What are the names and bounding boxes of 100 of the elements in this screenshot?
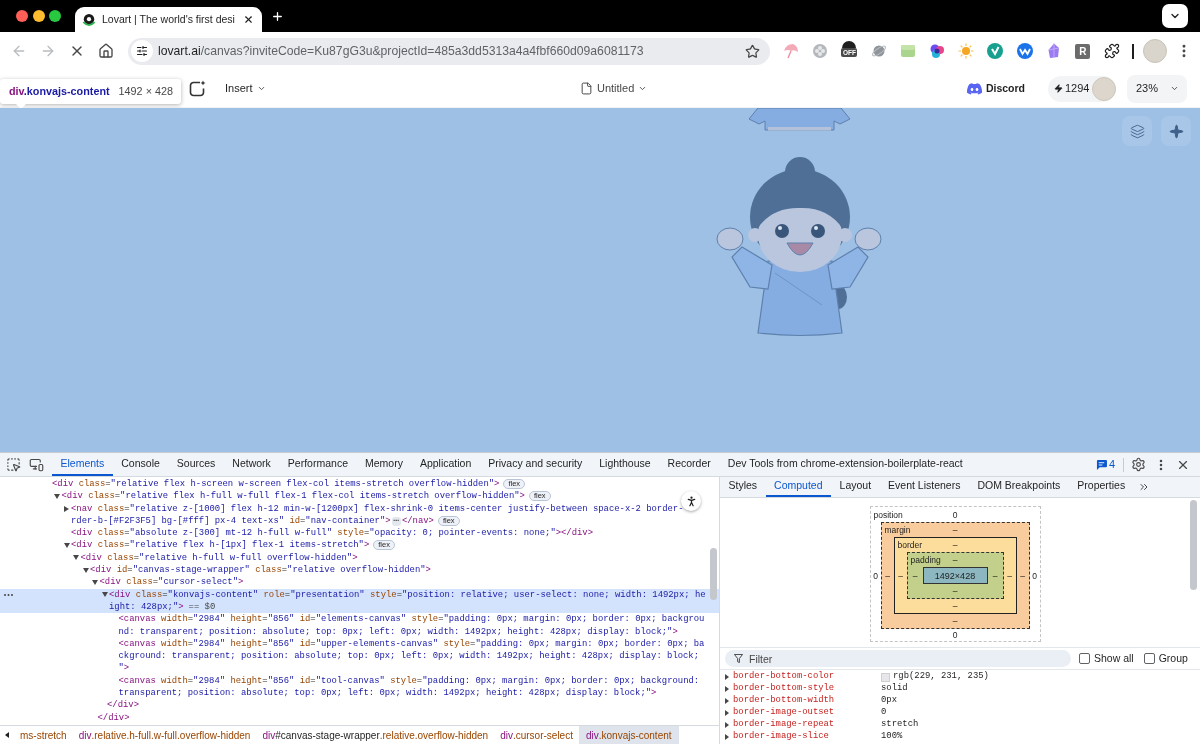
discord-link[interactable]: Discord [966, 80, 1025, 97]
box-model-value: 0 [952, 509, 958, 520]
more-tabs-icon[interactable] [1137, 481, 1150, 493]
settings-icon[interactable] [1131, 457, 1146, 472]
property-name: border-image-outset [733, 706, 836, 719]
dom-node-text[interactable]: nd: transparent; position: absolute; top: 0px; left: 0px; width: 1492px; height: 428px; display: block;"> [118, 626, 678, 637]
triangle-down-icon[interactable] [82, 567, 89, 573]
devtools-tab[interactable]: Network [223, 453, 280, 476]
sidebar-tab[interactable]: Layout [831, 477, 880, 497]
close-window-icon[interactable] [16, 10, 28, 22]
devtools-tab[interactable]: Console [112, 453, 169, 476]
closing-tag[interactable]: </div> [107, 699, 139, 712]
dom-node-text[interactable]: <div class="konvajs-content" role="presentation" style="position: relative; user-select: none; width: 1492px; he [109, 589, 706, 600]
more-dots-icon[interactable] [4, 593, 13, 596]
issues-button[interactable]: 4 [1095, 456, 1115, 473]
blob-icon[interactable] [929, 43, 946, 59]
dom-node-text[interactable]: "> [118, 663, 130, 674]
devtools-tab[interactable]: Application [411, 453, 480, 476]
breadcrumb[interactable]: div.cursor-select [494, 726, 579, 744]
content-box: 1492×428 [922, 567, 988, 584]
checkbox[interactable] [1143, 653, 1155, 664]
dom-node-text[interactable]: <canvas width="2984" height="856" id="elements-canvas" style="padding: 0px; margin: 0px; border: 0px; backgrou [118, 614, 705, 625]
devtools-tab[interactable]: Sources [168, 453, 224, 476]
inspect-pointer-icon[interactable] [6, 457, 21, 472]
sidebar-tab[interactable]: Computed [765, 477, 832, 497]
browser-tab[interactable]: Lovart | The world's first desi [75, 7, 262, 32]
dom-node-text[interactable]: <div class="absolute z-[300] mt-12 h-full w-full" style="opacity: 0; pointer-events: none;"></div> [71, 528, 593, 539]
circle-check-icon[interactable] [987, 43, 1004, 59]
dom-node-text[interactable]: <canvas width="2984" height="856" id="tool-canvas" style="padding: 0px; margin: 0px; border: 0px; background: [118, 675, 700, 686]
zoom-window-icon[interactable] [49, 10, 61, 22]
breadcrumb[interactable]: div#canvas-stage-wrapper.relative.overflow-hidden [256, 726, 495, 744]
minimize-window-icon[interactable] [32, 10, 45, 22]
breadcrumb[interactable]: div.relative.h-full.w-full.overflow-hidden [72, 726, 257, 744]
color-swatch-icon[interactable] [881, 672, 890, 682]
address-bar[interactable]: lovart.ai/canvas?inviteCode=Ku87gG3u&projectId=485a3dd5313a4a4fbf660d09a6081173 [128, 37, 770, 65]
devtools-tab[interactable]: Recorder [659, 453, 720, 476]
dom-node-text[interactable]: <div class="relative flex h-[1px] flex-1 items-stretch"> [71, 540, 370, 551]
sidebar-tab[interactable]: Properties [1068, 477, 1134, 497]
dom-node-text[interactable]: <div class="relative flex h-full w-full flex-1 flex-col items-stretch overflow-hidden"> [61, 491, 525, 502]
triangle-right-icon[interactable] [64, 505, 69, 512]
sidebar-tab[interactable]: Styles [720, 477, 766, 497]
dom-node-text[interactable]: ckground: transparent; position: absolute; top: 0px; left: 0px; width: 1492px; height: 428px; display: block; [118, 651, 700, 662]
dom-node-text[interactable]: <nav class="relative z-[1000] flex h-12 min-w-[1200px] flex-shrink-0 items-center justify-between space-x-2 border- [71, 503, 684, 514]
closing-tag[interactable]: </div> [97, 711, 130, 724]
devtools-tab[interactable]: Elements [52, 453, 113, 476]
filter-field[interactable]: Filter [725, 650, 1071, 667]
dom-node-text[interactable]: transparent; position: absolute; top: 0px; left: 0px; width: 1492px; height: 428px; display: block;"> [118, 688, 657, 699]
wave-circle-icon[interactable] [1016, 43, 1033, 59]
sidebar-tab[interactable]: DOM Breakpoints [968, 477, 1069, 497]
checkbox[interactable] [1079, 653, 1090, 664]
accessibility-button[interactable] [681, 491, 701, 511]
site-info-button[interactable] [131, 40, 153, 62]
triangle-down-icon[interactable] [92, 580, 98, 585]
devtools-tab[interactable]: Memory [356, 453, 412, 476]
triangle-left-icon[interactable] [5, 732, 9, 738]
dom-node-text[interactable]: <div class="relative flex h-screen w-screen flex-col items-stretch overflow-hidden"> [52, 479, 500, 489]
breadcrumb[interactable]: ms-stretch [14, 726, 73, 744]
element-size: 1492 × 428 [118, 84, 173, 100]
triangle-down-icon[interactable] [73, 555, 79, 561]
devtools-tab[interactable]: Privacy and security [479, 453, 591, 476]
dom-node-text[interactable]: <div class="relative h-full w-full overflow-hidden"> [80, 552, 358, 563]
devtools-tab[interactable]: Performance [279, 453, 357, 476]
dom-node-text[interactable]: <div class="cursor-select"> [99, 577, 244, 588]
devtools-tab[interactable]: Lighthouse [590, 453, 660, 476]
tab-search-button[interactable] [1162, 4, 1188, 28]
credits-pill[interactable]: 1294 [1048, 75, 1116, 102]
dom-node-text[interactable]: <canvas width="2984" height="856" id="upper-elements-canvas" style="padding: 0px; margin: 0px; border: 0px; ba [118, 638, 705, 649]
insert-menu-button[interactable]: Insert [225, 80, 266, 97]
planet-icon[interactable] [870, 43, 887, 59]
document-title-button[interactable]: Untitled [580, 80, 648, 97]
extension-button[interactable]: R [1075, 43, 1091, 59]
scrollbar-thumb[interactable] [1190, 500, 1197, 590]
collapsed-children-button[interactable]: ⋯ [391, 516, 401, 526]
selected-node-highlight[interactable]: <div class="konvajs-content" role="presentation" style="position: relative; user-select: none; width: 1492px; he ight: 428px;"> == $0 [0, 588, 719, 614]
triangle-down-icon[interactable] [54, 493, 60, 499]
sidebar-tab[interactable]: Event Listeners [879, 477, 969, 497]
checkbox-label[interactable]: Group [1158, 650, 1188, 667]
bolt-icon [1054, 84, 1063, 93]
dom-node-text[interactable]: rder-b-[#F2F3F5] bg-[#fff] px-4 text-xs" id="nav-container"> [71, 515, 391, 526]
puzzle-icon[interactable] [1104, 43, 1121, 59]
devtools-tab[interactable]: Dev Tools from chrome-extension-boilerplate-react [719, 453, 972, 476]
new-tab-icon[interactable] [271, 9, 284, 23]
breadcrumb[interactable]: div.konvajs-content [578, 726, 679, 744]
close-icon[interactable] [243, 14, 254, 25]
home-icon[interactable] [97, 43, 114, 59]
checkbox-label[interactable]: Show all [1094, 650, 1134, 667]
dom-node-text[interactable]: ight: 428px;"> [109, 601, 184, 612]
square-tile-icon[interactable] [899, 43, 916, 59]
assistant-button[interactable] [1161, 116, 1191, 146]
triangle-down-icon[interactable] [63, 543, 70, 549]
scrollbar-thumb[interactable] [710, 548, 717, 600]
zoom-dropdown[interactable]: 23% [1127, 74, 1187, 103]
square-sparkle-icon[interactable] [188, 79, 206, 98]
box-model-value: – [952, 601, 958, 611]
devices-icon[interactable] [29, 457, 44, 472]
triangle-down-icon[interactable] [101, 592, 108, 598]
dom-node-text[interactable]: <div id="canvas-stage-wrapper" class="relative overflow-hidden"> [90, 565, 431, 576]
crystal-icon[interactable] [1045, 43, 1062, 59]
closing-tag[interactable]: </nav> [401, 515, 434, 526]
star-icon[interactable] [745, 43, 760, 59]
